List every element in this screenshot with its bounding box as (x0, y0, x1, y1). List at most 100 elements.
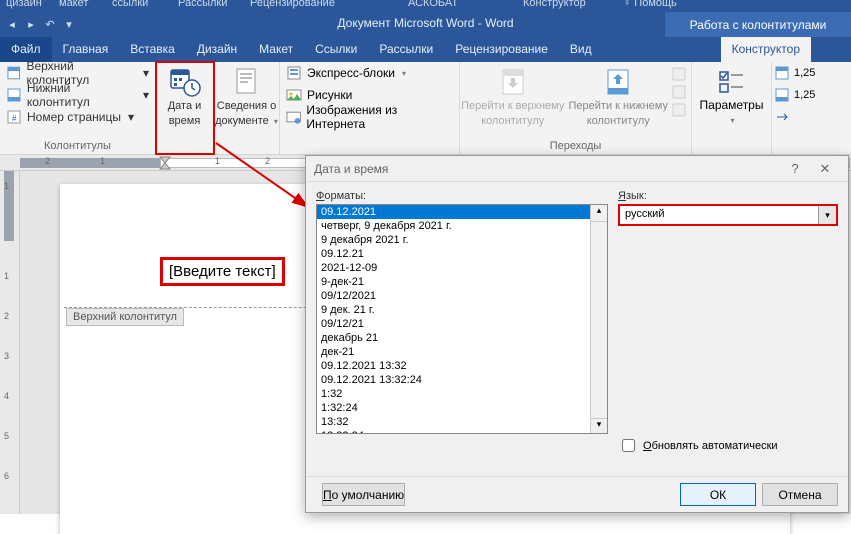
format-item[interactable]: 9-дек-21 (317, 275, 607, 289)
parameters-icon (716, 66, 748, 98)
frag: Рассылки (178, 0, 227, 9)
quick-parts-dropdown[interactable]: Экспресс-блоки▾ (280, 62, 459, 84)
page-number-label: Номер страницы (27, 110, 121, 124)
document-info-icon (231, 66, 263, 98)
footer-position-icon (774, 87, 790, 103)
listbox-scrollbar[interactable]: ▴ ▾ (590, 205, 607, 434)
format-item[interactable]: 1:32 (317, 387, 607, 401)
dialog-body: Форматы: 09.12.2021четверг, 9 декабря 20… (306, 182, 848, 476)
dialog-close-button[interactable]: ✕ (810, 161, 840, 177)
go-to-header-button: Перейти к верхнему колонтитулу (460, 62, 566, 128)
group-navigation: Перейти к верхнему колонтитулу Перейти к… (460, 62, 692, 154)
auto-update-check-input[interactable] (622, 439, 635, 452)
ribbon: Верхний колонтитул▾ Нижний колонтитул▾ #… (0, 62, 851, 155)
document-info-button[interactable]: Сведения о документе ▾ (214, 62, 280, 154)
frag: Рецензирование (250, 0, 335, 9)
format-item[interactable]: 1:32:24 (317, 401, 607, 415)
cancel-button[interactable]: Отмена (762, 483, 838, 506)
tab-review[interactable]: Рецензирование (444, 37, 559, 62)
format-item[interactable]: 13:32 (317, 415, 607, 429)
scroll-down-icon[interactable]: ▾ (591, 418, 607, 434)
title-bar: ◂ ▸ ↶ ▾ Документ Microsoft Word - Word Р… (0, 12, 851, 37)
frag: ссылки (112, 0, 148, 9)
frag: цизайн (6, 0, 42, 9)
go-to-footer-button[interactable]: Перейти к нижнему колонтитулу (566, 62, 672, 128)
page-number-dropdown[interactable]: # Номер страницы ▾ (0, 106, 155, 128)
window-fragment-row: цизайн макет ссылки Рассылки Рецензирова… (0, 0, 851, 12)
insert-tab-icon (774, 109, 790, 125)
online-pictures-button[interactable]: Изображения из Интернета (280, 106, 459, 128)
footer-position-value[interactable]: 1,25 (794, 89, 815, 101)
document-info-label-1: Сведения о (217, 100, 276, 113)
go-to-header-icon (497, 66, 529, 98)
nav-prev-icon (671, 66, 687, 82)
dialog-help-button[interactable]: ? (780, 161, 810, 176)
vertical-ruler[interactable]: 1 1 2 3 4 5 6 (0, 171, 20, 514)
date-time-label-1: Дата и (168, 100, 202, 113)
scroll-up-icon[interactable]: ▴ (591, 205, 607, 222)
footer-icon (6, 87, 22, 103)
chevron-down-icon[interactable]: ▾ (818, 206, 836, 224)
tab-references[interactable]: Ссылки (304, 37, 368, 62)
date-time-button[interactable]: Дата и время (156, 62, 214, 154)
svg-text:#: # (12, 114, 17, 123)
auto-update-label: Обновлять автоматически (643, 440, 778, 452)
chevron-down-icon: ▾ (143, 88, 149, 102)
content-control-placeholder[interactable]: [Введите текст] (160, 257, 285, 286)
format-item[interactable]: 09/12/2021 (317, 289, 607, 303)
go-to-footer-label-1: Перейти к нижнему (569, 100, 668, 113)
document-info-label-2: документе ▾ (215, 115, 278, 128)
header-icon (6, 65, 21, 81)
parameters-button[interactable]: Параметры ▾ (692, 62, 772, 154)
dialog-title-bar[interactable]: Дата и время ? ✕ (306, 156, 848, 182)
parameters-label: Параметры (700, 98, 764, 112)
date-time-dialog: Дата и время ? ✕ Форматы: 09.12.2021четв… (305, 155, 849, 513)
format-item[interactable]: 09.12.2021 (317, 205, 607, 219)
pictures-label: Рисунки (307, 88, 352, 102)
frag: АСКОБАТ (408, 0, 458, 9)
format-item[interactable]: декабрь 21 (317, 331, 607, 345)
format-item[interactable]: 09.12.21 (317, 247, 607, 261)
contextual-tab-group: Работа с колонтитулами (665, 12, 851, 37)
ok-button[interactable]: ОК (680, 483, 756, 506)
frag: Конструктор (523, 0, 586, 9)
header-tab-label: Верхний колонтитул (66, 308, 184, 326)
footer-dropdown[interactable]: Нижний колонтитул▾ (0, 84, 155, 106)
tab-design[interactable]: Дизайн (186, 37, 248, 62)
header-position-icon (774, 65, 790, 81)
tab-constructor[interactable]: Конструктор (721, 37, 811, 62)
date-time-icon (169, 66, 201, 98)
group-headers-footers: Верхний колонтитул▾ Нижний колонтитул▾ #… (0, 62, 156, 154)
language-combobox[interactable]: русский ▾ (618, 204, 838, 226)
formats-label: Форматы: (316, 190, 608, 202)
format-item[interactable]: 9 дек. 21 г. (317, 303, 607, 317)
tab-layout[interactable]: Макет (248, 37, 304, 62)
group-position: 1,25 1,25 (772, 62, 826, 154)
format-item[interactable]: 09.12.2021 13:32 (317, 359, 607, 373)
tab-mailings[interactable]: Рассылки (368, 37, 444, 62)
format-item[interactable]: 9 декабря 2021 г. (317, 233, 607, 247)
auto-update-checkbox[interactable]: Обновлять автоматически (618, 436, 778, 455)
format-item[interactable]: четверг, 9 декабря 2021 г. (317, 219, 607, 233)
language-value: русский (625, 208, 664, 220)
page-number-icon: # (6, 109, 22, 125)
format-item[interactable]: 09.12.2021 13:32:24 (317, 373, 607, 387)
quick-parts-icon (286, 65, 302, 81)
tab-view[interactable]: Вид (559, 37, 603, 62)
formats-listbox[interactable]: 09.12.2021четверг, 9 декабря 2021 г.9 де… (316, 204, 608, 434)
header-position-value[interactable]: 1,25 (794, 67, 815, 79)
dialog-title: Дата и время (314, 162, 388, 176)
frag: ♀ Помощь (623, 0, 677, 9)
format-item[interactable]: 2021-12-09 (317, 261, 607, 275)
dialog-footer: По умолчанию ОК Отмена (306, 476, 848, 512)
chevron-down-icon: ▾ (402, 69, 406, 78)
language-label: Язык: (618, 190, 838, 202)
chevron-down-icon: ▾ (128, 110, 134, 124)
format-item[interactable]: 09/12/21 (317, 317, 607, 331)
set-default-button[interactable]: По умолчанию (322, 483, 405, 506)
go-to-header-label-2: колонтитулу (481, 115, 544, 128)
format-item[interactable]: 13:32:24 (317, 429, 607, 434)
online-pictures-label: Изображения из Интернета (306, 103, 453, 131)
nav-next-icon (671, 84, 687, 100)
format-item[interactable]: дек-21 (317, 345, 607, 359)
